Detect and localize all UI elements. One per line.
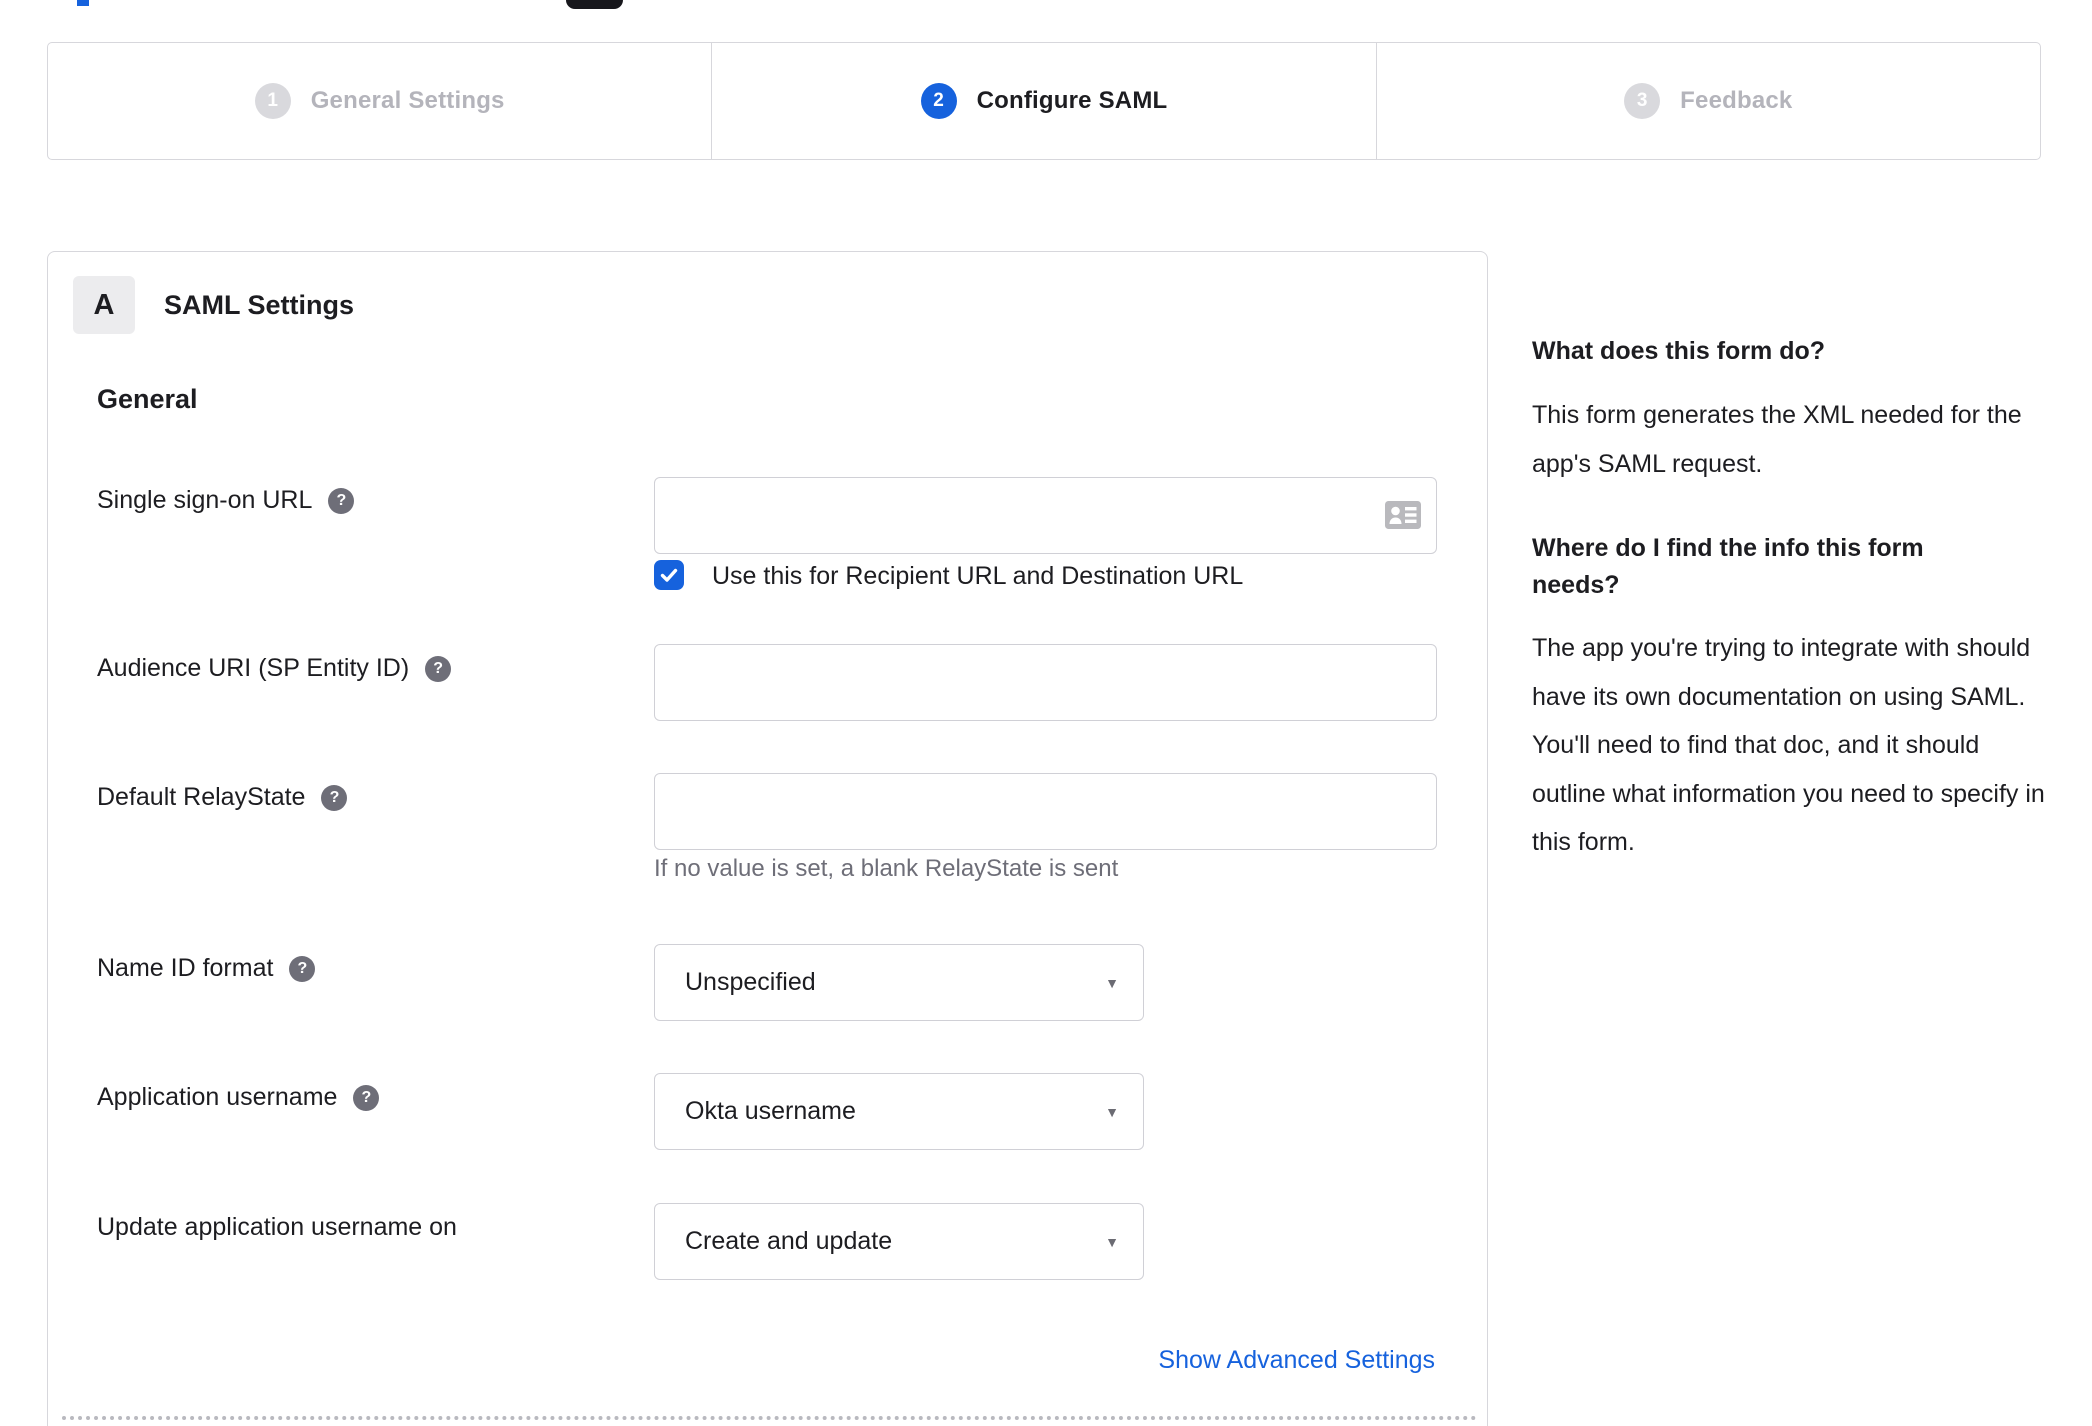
contact-card-icon[interactable] [1385, 501, 1421, 529]
audience-uri-input[interactable] [654, 644, 1437, 721]
step-2-label: Configure SAML [976, 87, 1168, 114]
relaystate-label-text: Default RelayState [97, 783, 306, 811]
app-username-help-icon[interactable]: ? [353, 1084, 380, 1111]
sso-url-label: Single sign-on URL ? [97, 486, 355, 515]
relaystate-help-icon[interactable]: ? [321, 784, 348, 811]
app-username-label-text: Application username [97, 1083, 338, 1111]
sso-url-input[interactable] [654, 477, 1437, 554]
clipped-title-fragment-dark [566, 0, 623, 9]
section-a-badge: A [73, 276, 135, 334]
app-username-label: Application username ? [97, 1083, 380, 1112]
sidebar-paragraph-where: The app you're trying to integrate with … [1532, 634, 2045, 856]
update-username-select[interactable]: Create and update ▼ [654, 1203, 1144, 1280]
relaystate-input[interactable] [654, 773, 1437, 850]
group-heading-general: General [97, 384, 198, 414]
chevron-down-icon: ▼ [1105, 1233, 1119, 1250]
step-feedback[interactable]: 3 Feedback [1375, 43, 2040, 159]
step-1-number-badge: 1 [254, 83, 291, 119]
step-3-label: Feedback [1680, 87, 1793, 114]
sso-url-help-icon[interactable]: ? [328, 487, 355, 514]
step-2-number-badge: 2 [920, 83, 957, 119]
relaystate-hint: If no value is set, a blank RelayState i… [654, 855, 1119, 882]
section-dashed-divider [62, 1416, 1477, 1420]
sidebar-heading-what: What does this form do? [1532, 337, 1826, 365]
update-username-value: Create and update [685, 1227, 893, 1255]
chevron-down-icon: ▼ [1105, 974, 1119, 991]
step-3-number-badge: 3 [1624, 83, 1661, 119]
audience-uri-help-icon[interactable]: ? [425, 655, 452, 682]
audience-uri-label: Audience URI (SP Entity ID) ? [97, 654, 452, 683]
relaystate-label: Default RelayState ? [97, 783, 348, 812]
nameid-format-select[interactable]: Unspecified ▼ [654, 944, 1144, 1021]
section-title: SAML Settings [164, 290, 355, 320]
step-1-label: General Settings [310, 87, 505, 114]
sidebar-paragraph-what: This form generates the XML needed for t… [1532, 401, 2022, 478]
saml-configuration-page: 1 General Settings 2 Configure SAML 3 Fe… [0, 0, 2092, 1426]
sso-url-label-text: Single sign-on URL [97, 486, 313, 514]
nameid-format-value: Unspecified [685, 968, 816, 996]
nameid-format-label-text: Name ID format [97, 954, 274, 982]
audience-uri-label-text: Audience URI (SP Entity ID) [97, 654, 410, 682]
nameid-format-help-icon[interactable]: ? [289, 955, 316, 982]
chevron-down-icon: ▼ [1105, 1103, 1119, 1120]
update-username-label-text: Update application username on [97, 1213, 457, 1241]
sidebar-heading-where: Where do I find the info this form needs… [1532, 534, 1924, 599]
update-username-label: Update application username on [97, 1213, 457, 1242]
checkmark-icon [660, 568, 678, 582]
nameid-format-label: Name ID format ? [97, 954, 316, 983]
app-username-value: Okta username [685, 1097, 856, 1125]
clipped-title-fragment-blue [77, 0, 89, 6]
step-configure-saml[interactable]: 2 Configure SAML [711, 43, 1375, 159]
show-advanced-settings-link[interactable]: Show Advanced Settings [1158, 1346, 1435, 1375]
wizard-stepper: 1 General Settings 2 Configure SAML 3 Fe… [47, 42, 2041, 160]
saml-settings-panel: A SAML Settings General Single sign-on U… [47, 251, 1488, 1426]
recipient-url-checkbox[interactable] [654, 560, 684, 590]
app-username-select[interactable]: Okta username ▼ [654, 1073, 1144, 1150]
step-general-settings[interactable]: 1 General Settings [48, 43, 711, 159]
recipient-url-checkbox-label: Use this for Recipient URL and Destinati… [712, 562, 1244, 590]
